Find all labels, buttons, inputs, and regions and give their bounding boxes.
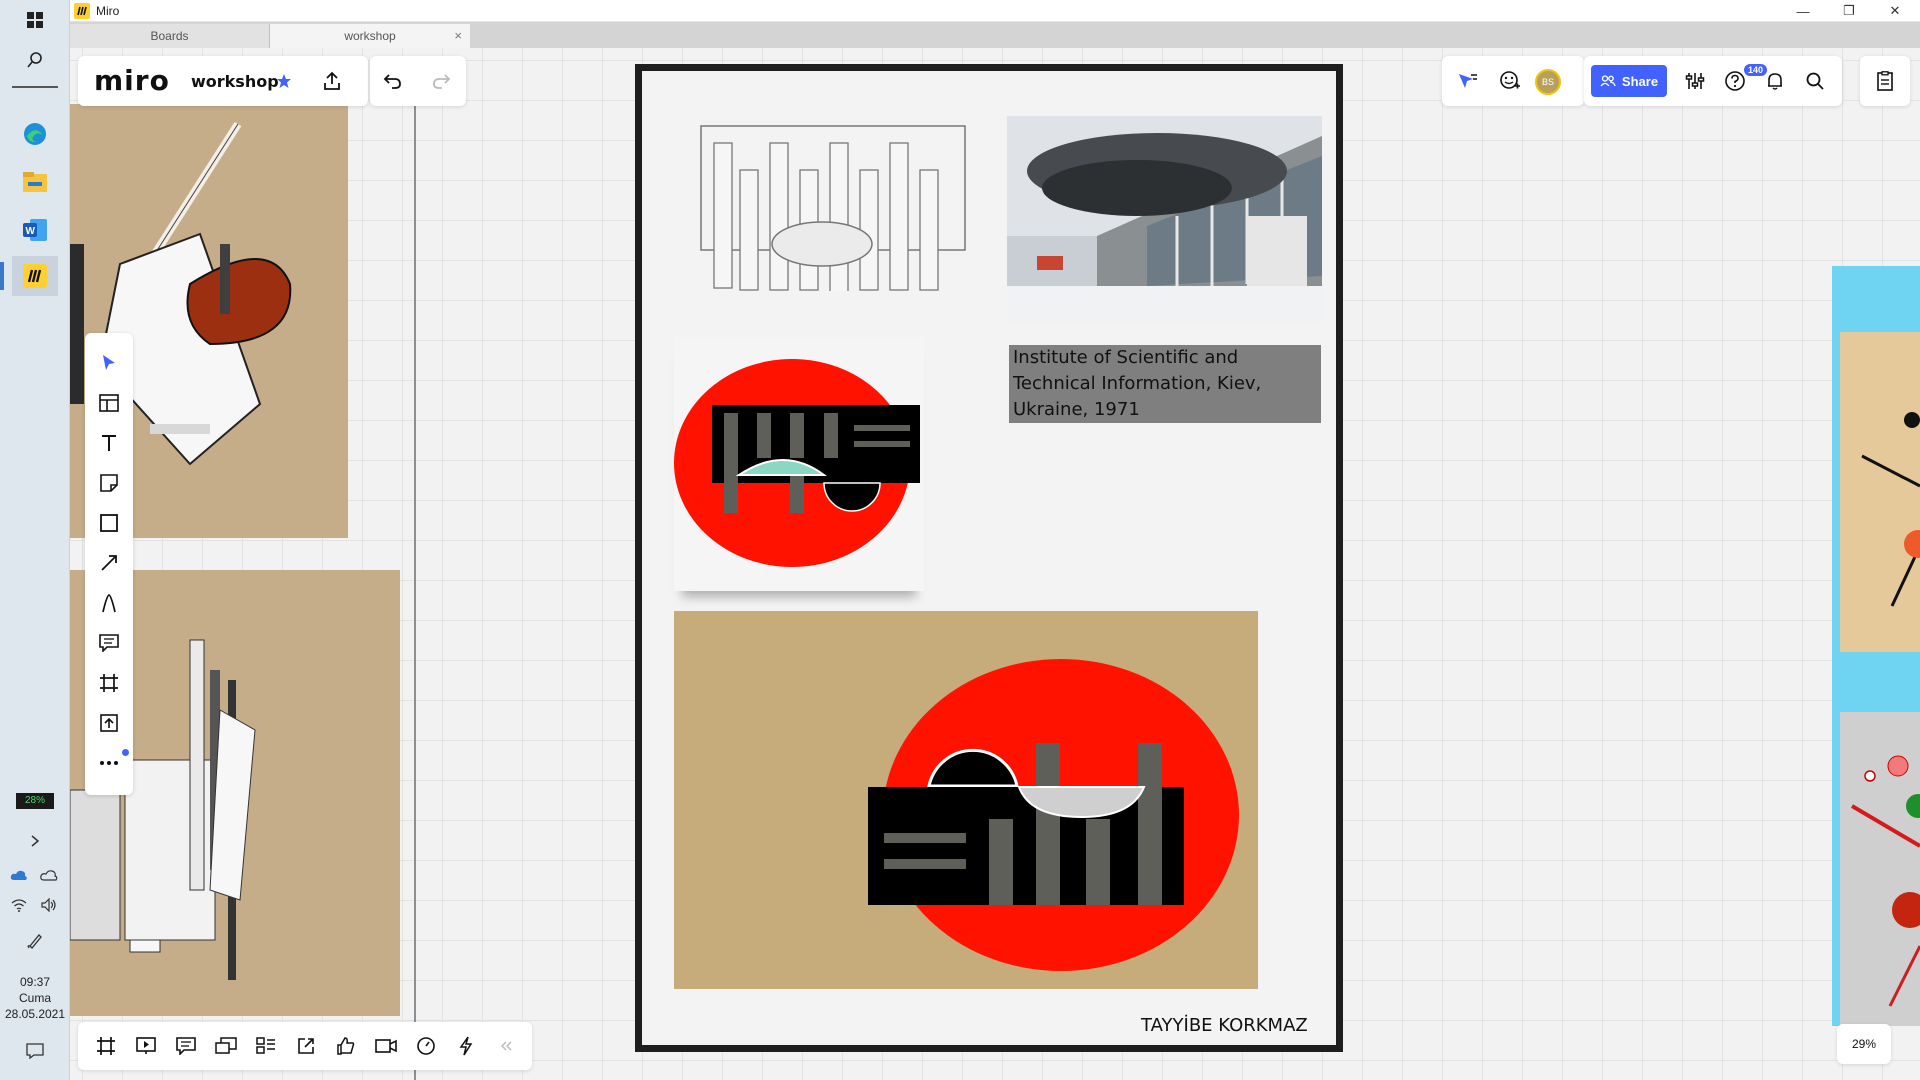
search-board-icon[interactable] bbox=[1797, 63, 1833, 99]
bell-icon[interactable] bbox=[1757, 63, 1793, 99]
windows-taskbar: W 28% 09:37 Cuma 28.05.2021 bbox=[0, 0, 70, 1080]
zoom-value: 29% bbox=[1851, 1037, 1877, 1051]
favorite-star-icon[interactable] bbox=[266, 63, 302, 99]
author-label[interactable]: TAYYİBE KORKMAZ bbox=[1141, 1015, 1308, 1036]
edge-browser-icon[interactable] bbox=[12, 114, 58, 154]
screen-share-icon[interactable] bbox=[208, 1028, 244, 1064]
file-explorer-icon[interactable] bbox=[12, 162, 58, 202]
users-icon bbox=[1600, 75, 1616, 87]
window-title: Miro bbox=[96, 4, 120, 18]
small-composition bbox=[674, 359, 920, 567]
timer-icon[interactable] bbox=[408, 1028, 444, 1064]
right-edge-artwork[interactable] bbox=[1832, 266, 1920, 1026]
creation-toolbar bbox=[85, 333, 133, 795]
clock-time: 09:37 bbox=[19, 975, 51, 989]
word-icon[interactable]: W bbox=[12, 210, 58, 250]
restore-button[interactable]: ❐ bbox=[1826, 0, 1872, 22]
sticky-note-tool-icon[interactable] bbox=[91, 465, 127, 501]
video-chat-icon[interactable] bbox=[1492, 63, 1528, 99]
user-avatar[interactable]: BS bbox=[1535, 69, 1561, 95]
tab-strip: Boards workshop × bbox=[70, 22, 1920, 48]
line-sketch-drawing[interactable] bbox=[700, 125, 966, 291]
building-photo[interactable] bbox=[1007, 116, 1322, 324]
pen-tool-icon[interactable] bbox=[91, 585, 127, 621]
tab-workshop[interactable]: workshop × bbox=[270, 24, 470, 48]
external-link-icon[interactable] bbox=[288, 1028, 324, 1064]
windows-start-icon[interactable] bbox=[12, 0, 58, 40]
tab-boards[interactable]: Boards bbox=[70, 24, 270, 48]
screen: W 28% 09:37 Cuma 28.05.2021 Miro — ❐ ✕ B… bbox=[0, 0, 1920, 1080]
small-composition-card[interactable] bbox=[674, 337, 924, 591]
new-tools-dot bbox=[122, 749, 129, 756]
collapse-toolbar-icon[interactable] bbox=[488, 1028, 524, 1064]
minimize-button[interactable]: — bbox=[1780, 0, 1826, 22]
board-notes-icon[interactable] bbox=[1867, 63, 1903, 99]
miro-brand-logo[interactable]: miro bbox=[94, 64, 170, 97]
upload-tool-icon[interactable] bbox=[91, 705, 127, 741]
settings-sliders-icon[interactable] bbox=[1677, 63, 1713, 99]
share-button[interactable]: Share bbox=[1591, 65, 1667, 97]
shape-tool-icon[interactable] bbox=[91, 505, 127, 541]
reactions-thumb-icon[interactable] bbox=[328, 1028, 364, 1064]
close-window-button[interactable]: ✕ bbox=[1872, 0, 1918, 22]
battery-level: 28% bbox=[16, 793, 54, 809]
frames-panel-icon[interactable] bbox=[88, 1028, 124, 1064]
onedrive-icon[interactable] bbox=[4, 862, 34, 888]
share-button-label: Share bbox=[1621, 73, 1659, 89]
bottom-toolbar bbox=[78, 1022, 532, 1070]
tab-boards-label: Boards bbox=[150, 29, 189, 43]
connection-line-tool-icon[interactable] bbox=[91, 545, 127, 581]
wifi-icon[interactable] bbox=[4, 892, 34, 918]
frame-border-line bbox=[414, 56, 416, 1080]
photo-caption[interactable]: Institute of Scientific and Technical In… bbox=[1009, 345, 1321, 423]
title-bar: Miro — ❐ ✕ bbox=[70, 0, 1920, 22]
board-frame[interactable]: Institute of Scientific and Technical In… bbox=[635, 64, 1343, 1052]
clock-day: Cuma bbox=[18, 991, 51, 1005]
comment-tool-icon[interactable] bbox=[91, 625, 127, 661]
miro-app-icon[interactable] bbox=[12, 256, 58, 296]
taskbar-divider bbox=[12, 86, 58, 88]
kanban-icon[interactable] bbox=[248, 1028, 284, 1064]
cloud-icon[interactable] bbox=[34, 862, 64, 888]
zoom-level-indicator[interactable]: 29% bbox=[1837, 1024, 1891, 1064]
search-icon[interactable] bbox=[12, 40, 58, 80]
comments-panel-icon[interactable] bbox=[168, 1028, 204, 1064]
undo-icon[interactable] bbox=[374, 63, 410, 99]
cursor-follow-icon[interactable] bbox=[1450, 63, 1486, 99]
clock-date: 28.05.2021 bbox=[4, 1007, 66, 1021]
lightning-icon[interactable] bbox=[448, 1028, 484, 1064]
volume-icon[interactable] bbox=[34, 892, 64, 918]
tab-close-icon[interactable]: × bbox=[454, 28, 462, 43]
templates-tool-icon[interactable] bbox=[91, 385, 127, 421]
svg-text:W: W bbox=[26, 226, 36, 237]
large-composition bbox=[868, 659, 1239, 971]
export-upload-icon[interactable] bbox=[314, 63, 350, 99]
pen-icon[interactable] bbox=[12, 928, 58, 954]
notifications-icon[interactable] bbox=[12, 1038, 58, 1064]
battery-indicator: 28% bbox=[12, 788, 58, 814]
chevron-right-icon[interactable] bbox=[12, 828, 58, 854]
video-call-icon[interactable] bbox=[368, 1028, 404, 1064]
redo-icon[interactable] bbox=[424, 63, 460, 99]
presentation-icon[interactable] bbox=[128, 1028, 164, 1064]
active-app-indicator bbox=[0, 262, 4, 290]
frame-tool-icon[interactable] bbox=[91, 665, 127, 701]
select-tool-icon[interactable] bbox=[91, 345, 127, 381]
text-tool-icon[interactable] bbox=[91, 425, 127, 461]
miro-logo-icon bbox=[74, 3, 90, 19]
large-composition-card[interactable] bbox=[674, 611, 1258, 989]
tab-workshop-label: workshop bbox=[344, 29, 396, 43]
